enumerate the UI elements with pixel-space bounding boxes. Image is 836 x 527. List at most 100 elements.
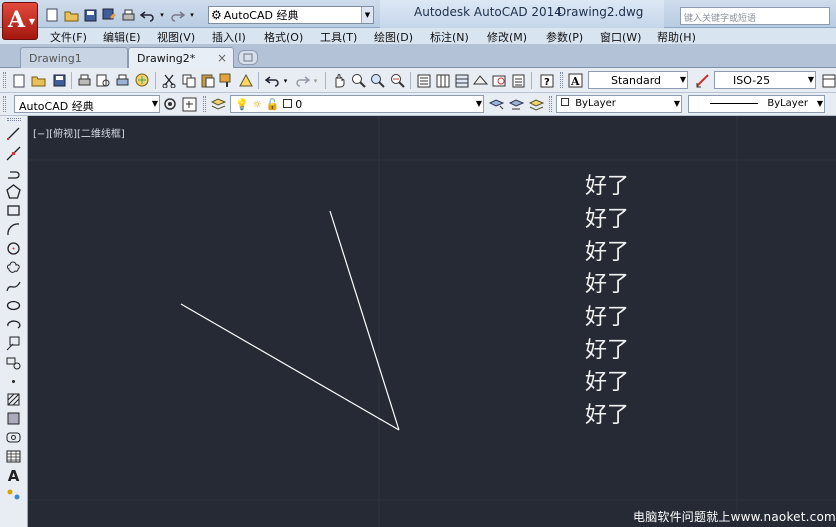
arc-icon[interactable] bbox=[5, 221, 22, 238]
table-icon[interactable] bbox=[5, 448, 22, 465]
undo-icon[interactable] bbox=[264, 72, 281, 89]
toolbar-grip[interactable] bbox=[3, 72, 6, 88]
toolbar-grip[interactable] bbox=[203, 96, 206, 112]
point-icon[interactable] bbox=[5, 373, 22, 390]
gradient-icon[interactable] bbox=[5, 410, 22, 427]
menu-tools[interactable]: 工具(T) bbox=[320, 29, 357, 45]
make-current-layer-icon[interactable] bbox=[488, 96, 505, 113]
undo-icon[interactable] bbox=[139, 7, 155, 23]
polyline-icon[interactable] bbox=[5, 165, 22, 182]
print-icon[interactable] bbox=[76, 72, 93, 89]
properties-icon[interactable] bbox=[415, 72, 432, 89]
table-style-icon[interactable] bbox=[820, 72, 836, 89]
add-selected-icon[interactable] bbox=[5, 486, 22, 503]
text-style-select[interactable]: Standard ▼ bbox=[588, 71, 688, 89]
print-icon[interactable] bbox=[120, 7, 136, 23]
print-preview-icon[interactable] bbox=[95, 72, 112, 89]
drawing-text[interactable]: 好了 bbox=[585, 207, 629, 233]
menu-modify[interactable]: 修改(M) bbox=[487, 29, 527, 45]
workspace-switch-select[interactable]: AutoCAD 经典 ▼ bbox=[14, 95, 160, 113]
menu-format[interactable]: 格式(O) bbox=[264, 29, 303, 45]
text-style-icon[interactable]: A bbox=[567, 72, 584, 89]
color-select[interactable]: ByLayer ▼ bbox=[556, 95, 682, 113]
layer-select[interactable]: 💡 ☼ 🔓 0 ▼ bbox=[230, 95, 484, 113]
close-icon[interactable]: × bbox=[217, 51, 227, 65]
line-icon[interactable] bbox=[5, 125, 22, 142]
construction-line-icon[interactable] bbox=[5, 145, 22, 162]
markup-icon[interactable] bbox=[491, 72, 508, 89]
sheet-set-icon[interactable] bbox=[472, 72, 489, 89]
layer-previous-icon[interactable] bbox=[508, 96, 525, 113]
redo-dropdown-icon[interactable]: ▾ bbox=[188, 7, 196, 23]
drawing-text[interactable]: 好了 bbox=[585, 272, 629, 298]
make-block-icon[interactable] bbox=[5, 354, 22, 371]
multiline-text-icon[interactable]: A bbox=[5, 467, 22, 485]
drawing-text[interactable]: 好了 bbox=[585, 403, 629, 429]
paste-icon[interactable] bbox=[199, 72, 216, 89]
ellipse-arc-icon[interactable] bbox=[5, 316, 22, 333]
rectangle-icon[interactable] bbox=[5, 202, 22, 219]
search-input[interactable]: 键入关键字或短语 bbox=[680, 7, 830, 25]
revision-cloud-icon[interactable] bbox=[5, 259, 22, 276]
new-tab-button[interactable] bbox=[238, 50, 258, 65]
gear-icon[interactable] bbox=[162, 96, 179, 113]
help-icon[interactable]: ? bbox=[538, 72, 555, 89]
zoom-realtime-icon[interactable] bbox=[350, 72, 367, 89]
redo-dropdown-icon[interactable]: ▾ bbox=[311, 72, 320, 89]
open-icon[interactable] bbox=[30, 72, 47, 89]
spline-icon[interactable] bbox=[5, 278, 22, 295]
toolbar-grip[interactable] bbox=[3, 96, 6, 112]
workspace-select[interactable]: ⚙ AutoCAD 经典 ▼ bbox=[208, 6, 374, 24]
menu-dimension[interactable]: 标注(N) bbox=[430, 29, 469, 45]
circle-icon[interactable] bbox=[5, 240, 22, 257]
toolbar-grip[interactable] bbox=[549, 96, 552, 112]
menu-insert[interactable]: 插入(I) bbox=[212, 29, 246, 45]
dimension-style-select[interactable]: ISO-25 ▼ bbox=[714, 71, 816, 89]
toolbar-grip[interactable] bbox=[7, 118, 21, 121]
hatch-icon[interactable] bbox=[5, 391, 22, 408]
zoom-previous-icon[interactable] bbox=[389, 72, 406, 89]
match-properties-icon[interactable] bbox=[218, 72, 235, 89]
toolbar-grip[interactable] bbox=[560, 72, 563, 88]
tool-palettes-icon[interactable] bbox=[453, 72, 470, 89]
menu-window[interactable]: 窗口(W) bbox=[600, 29, 641, 45]
ellipse-icon[interactable] bbox=[5, 297, 22, 314]
linetype-select[interactable]: ByLayer ▼ bbox=[688, 95, 825, 113]
quickcalc-icon[interactable] bbox=[510, 72, 527, 89]
open-icon[interactable] bbox=[63, 7, 79, 23]
undo-dropdown-icon[interactable]: ▾ bbox=[281, 72, 290, 89]
drawing-text[interactable]: 好了 bbox=[585, 370, 629, 396]
drawing-text[interactable]: 好了 bbox=[585, 305, 629, 331]
copy-icon[interactable] bbox=[180, 72, 197, 89]
3d-dwf-icon[interactable] bbox=[134, 72, 151, 89]
pan-hand-icon[interactable] bbox=[331, 72, 348, 89]
menu-view[interactable]: 视图(V) bbox=[157, 29, 195, 45]
zoom-window-icon[interactable] bbox=[369, 72, 386, 89]
tab-drawing1[interactable]: Drawing1 bbox=[20, 47, 128, 68]
dimension-style-icon[interactable] bbox=[694, 72, 711, 89]
menu-file[interactable]: 文件(F) bbox=[50, 29, 87, 45]
drawing-text[interactable]: 好了 bbox=[585, 240, 629, 266]
new-icon[interactable] bbox=[11, 72, 28, 89]
drawing-text[interactable]: 好了 bbox=[585, 174, 629, 200]
drawing-text[interactable]: 好了 bbox=[585, 338, 629, 364]
workspace-settings-icon[interactable] bbox=[181, 96, 198, 113]
save-as-icon[interactable] bbox=[101, 7, 117, 23]
drawing-canvas[interactable] bbox=[29, 116, 836, 527]
publish-icon[interactable] bbox=[114, 72, 131, 89]
save-icon[interactable] bbox=[51, 72, 68, 89]
redo-icon[interactable] bbox=[294, 72, 311, 89]
save-icon[interactable] bbox=[82, 7, 98, 23]
region-icon[interactable] bbox=[5, 429, 22, 446]
menu-parameter[interactable]: 参数(P) bbox=[546, 29, 583, 45]
menu-draw[interactable]: 绘图(D) bbox=[374, 29, 413, 45]
block-editor-icon[interactable] bbox=[237, 72, 254, 89]
insert-block-icon[interactable] bbox=[5, 335, 22, 352]
menu-edit[interactable]: 编辑(E) bbox=[103, 29, 141, 45]
tab-drawing2[interactable]: Drawing2* × bbox=[128, 47, 234, 68]
undo-dropdown-icon[interactable]: ▾ bbox=[158, 7, 166, 23]
redo-icon[interactable] bbox=[169, 7, 185, 23]
new-icon[interactable] bbox=[44, 7, 60, 23]
design-center-icon[interactable] bbox=[434, 72, 451, 89]
layer-properties-icon[interactable] bbox=[210, 96, 227, 113]
